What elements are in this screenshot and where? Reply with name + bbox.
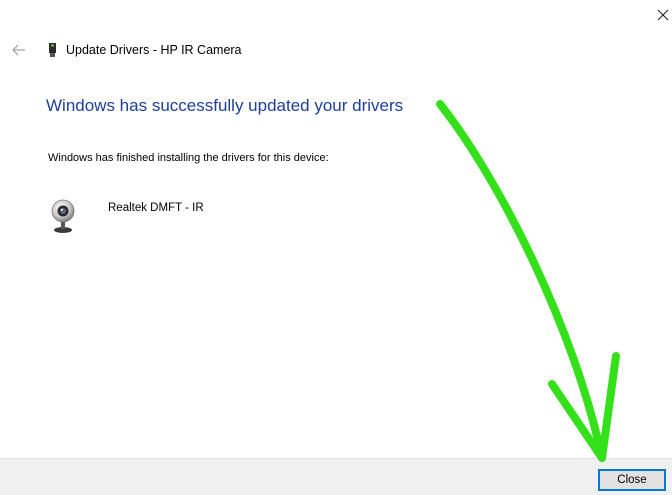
dialog-footer [0, 458, 672, 495]
driver-list-item: Realtek DMFT - IR [50, 198, 204, 234]
usb-device-icon [49, 43, 56, 57]
update-drivers-dialog: Update Drivers - HP IR Camera Windows ha… [0, 0, 672, 495]
driver-name: Realtek DMFT - IR [108, 202, 204, 214]
webcam-icon [51, 199, 75, 233]
dialog-title: Update Drivers - HP IR Camera [66, 43, 242, 57]
success-headline: Windows has successfully updated your dr… [46, 96, 404, 115]
dialog-title-bar: Update Drivers - HP IR Camera [12, 40, 242, 60]
close-button[interactable]: Close [598, 469, 666, 491]
back-arrow-icon[interactable] [12, 43, 26, 57]
close-icon[interactable] [654, 4, 672, 24]
install-info-text: Windows has finished installing the driv… [48, 152, 329, 164]
annotation-arrow [436, 100, 620, 462]
